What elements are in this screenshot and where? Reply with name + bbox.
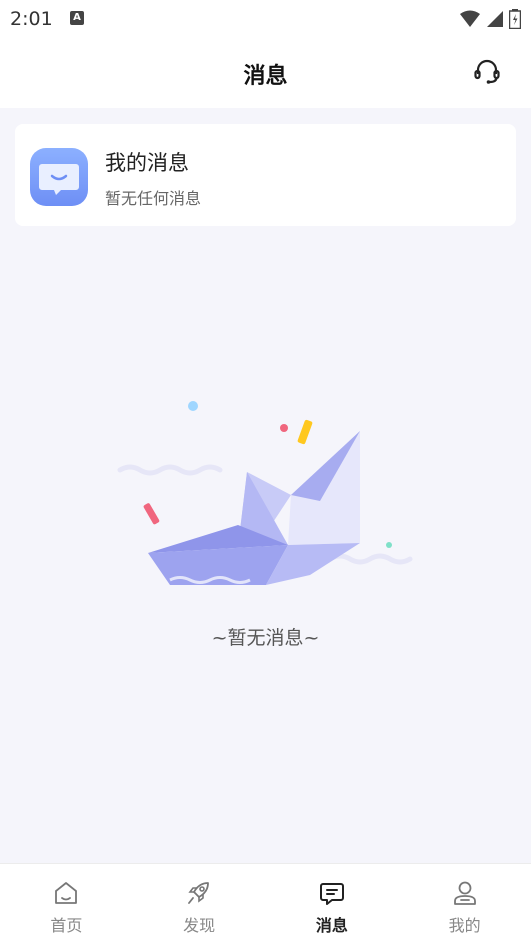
tab-profile[interactable]: 我的: [398, 864, 531, 946]
status-bar: 2:01 A: [0, 0, 531, 38]
chat-icon: [319, 883, 344, 905]
notification-icon: A: [70, 11, 84, 25]
rocket-icon: [188, 882, 210, 904]
status-indicators: [459, 9, 521, 29]
bottom-tab-bar: 首页 发现 消息 我的: [0, 863, 531, 946]
paper-boat-illustration: [110, 395, 420, 595]
header: 消息: [0, 38, 531, 108]
tab-messages[interactable]: 消息: [266, 864, 399, 946]
my-messages-card[interactable]: 我的消息 暂无任何消息: [15, 124, 516, 226]
status-time: 2:01: [10, 8, 53, 30]
tab-home[interactable]: 首页: [0, 864, 133, 946]
user-icon: [453, 881, 476, 905]
headset-icon: [474, 59, 500, 84]
home-icon: [55, 882, 78, 904]
message-box-icon: [28, 146, 90, 208]
customer-service-button[interactable]: [471, 56, 503, 88]
signal-icon: [487, 11, 503, 27]
card-title: 我的消息: [105, 151, 189, 175]
tab-discover[interactable]: 发现: [133, 864, 266, 946]
tab-label: 我的: [448, 916, 481, 935]
tab-label: 发现: [183, 916, 216, 935]
page-title: 消息: [243, 64, 288, 89]
empty-state-text: ~暂无消息~: [211, 627, 320, 649]
tab-label: 消息: [315, 916, 348, 935]
battery-icon: [509, 9, 521, 29]
tab-label: 首页: [50, 916, 83, 935]
wifi-icon: [460, 10, 480, 27]
card-subtitle: 暂无任何消息: [105, 189, 202, 208]
